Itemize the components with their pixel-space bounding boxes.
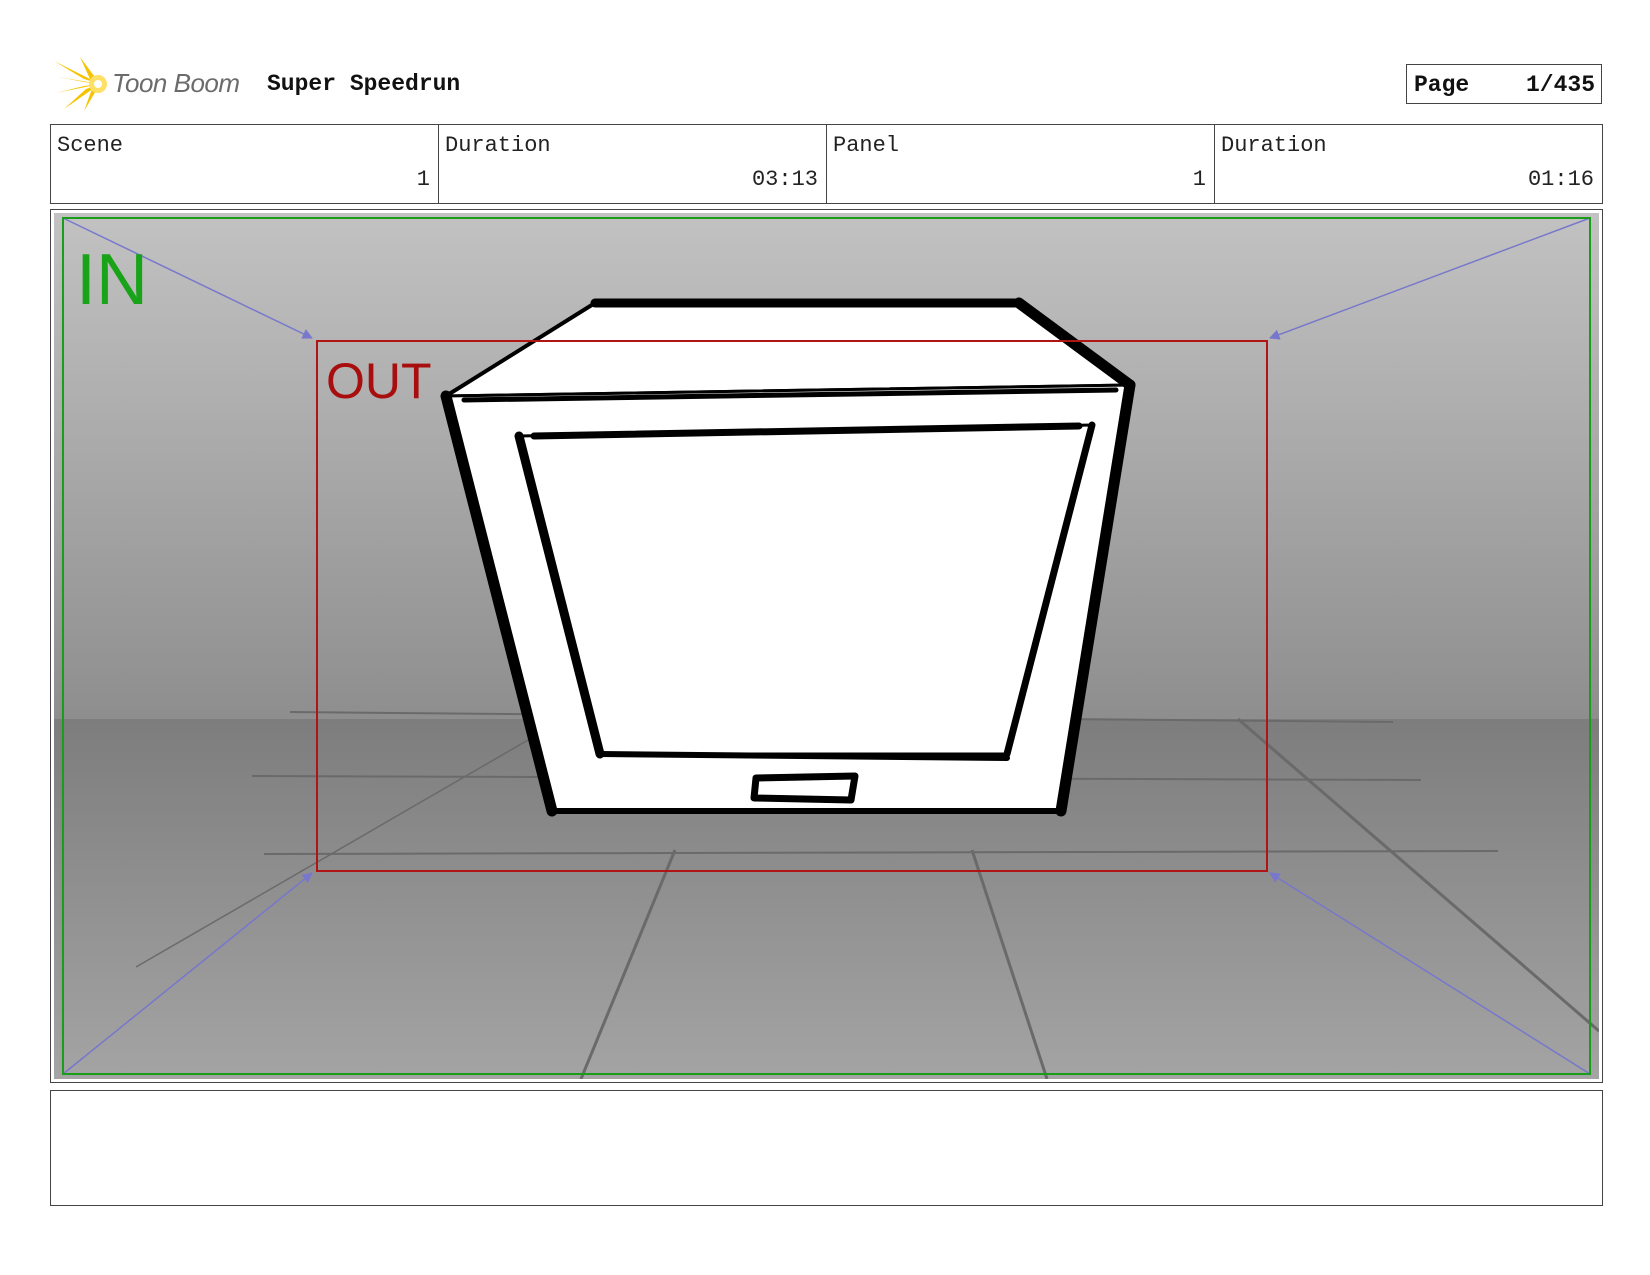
in-label: IN — [76, 240, 148, 320]
toon-boom-logo: Toon Boom — [54, 57, 259, 111]
starburst-icon — [54, 57, 107, 111]
caption-box — [50, 1090, 1603, 1206]
panel-label: Panel — [833, 133, 900, 158]
scene-duration-label: Duration — [445, 133, 551, 158]
scene-label: Scene — [57, 133, 124, 158]
scene-cell: Scene 1 — [51, 125, 439, 203]
scene-duration-value: 03:13 — [751, 167, 818, 192]
panel-drawing: IN OUT — [54, 213, 1599, 1079]
page-label: Page — [1414, 72, 1470, 98]
page-number: 1/435 — [1525, 72, 1595, 98]
panel-duration-value: 01:16 — [1527, 167, 1594, 192]
panel-cell: Panel 1 — [827, 125, 1215, 203]
scene-value: 1 — [416, 167, 430, 192]
storyboard-panel: IN OUT — [50, 209, 1603, 1083]
scene-info-table: Scene 1 Duration 03:13 Panel 1 Duration … — [50, 124, 1603, 204]
project-title: Super Speedrun — [267, 71, 461, 97]
page-indicator: Page 1/435 — [1406, 64, 1602, 104]
panel-duration-label: Duration — [1221, 133, 1327, 158]
crate-icon — [440, 297, 1136, 817]
panel-value: 1 — [1192, 167, 1206, 192]
scene-duration-cell: Duration 03:13 — [439, 125, 827, 203]
logo-text: Toon Boom — [112, 68, 240, 98]
panel-duration-cell: Duration 01:16 — [1215, 125, 1602, 203]
page-header: Toon Boom Super Speedrun Page 1/435 — [50, 55, 1602, 115]
out-label: OUT — [326, 353, 432, 409]
